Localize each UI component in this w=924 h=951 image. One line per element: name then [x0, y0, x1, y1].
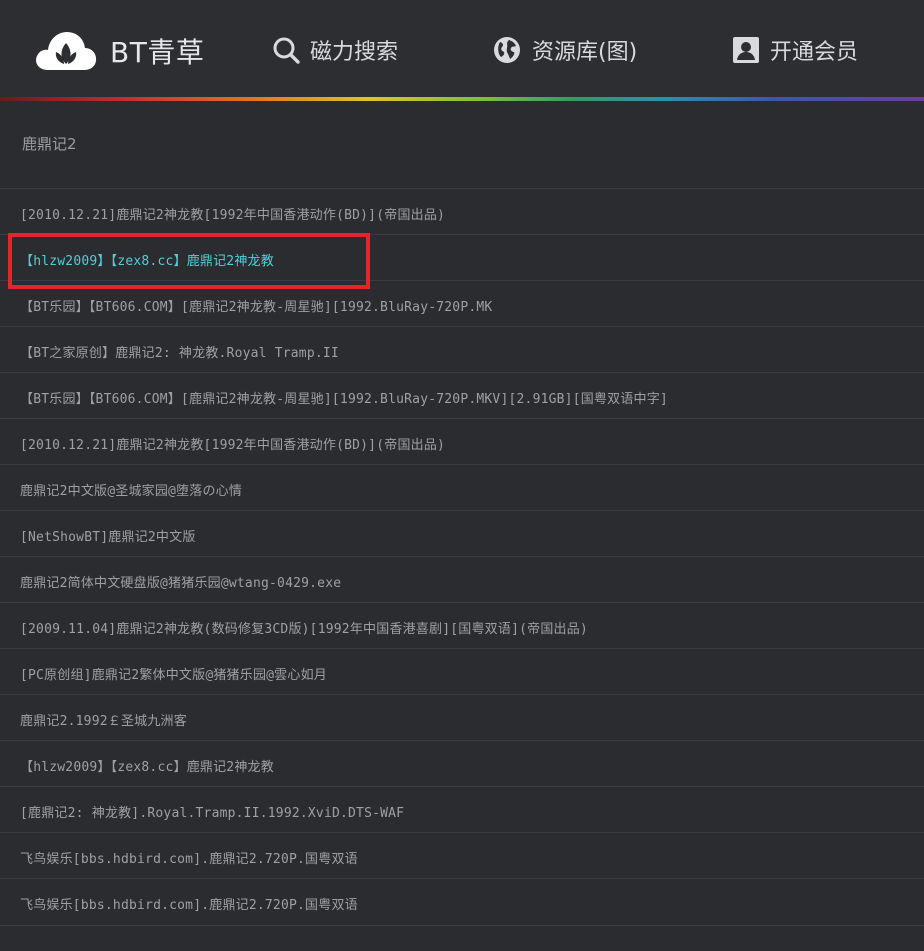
result-row[interactable]: 鹿鼎记2简体中文硬盘版@猪猪乐园@wtang-0429.exe — [0, 557, 924, 603]
result-row[interactable]: [PC原创组]鹿鼎记2繁体中文版@猪猪乐园@雲心如月 — [0, 649, 924, 695]
result-title[interactable]: [2010.12.21]鹿鼎记2神龙教[1992年中国香港动作(BD)](帝国出… — [20, 434, 445, 453]
result-title[interactable]: 【BT乐园】【BT606.COM】[鹿鼎记2神龙教-周星驰][1992.BluR… — [20, 296, 492, 315]
result-title[interactable]: 【hlzw2009】【zex8.cc】鹿鼎记2神龙教 — [20, 250, 274, 269]
result-title[interactable]: 飞鸟娱乐[bbs.hdbird.com].鹿鼎记2.720P.国粤双语 — [20, 848, 358, 867]
result-title[interactable]: 【BT乐园】【BT606.COM】[鹿鼎记2神龙教-周星驰][1992.BluR… — [20, 388, 668, 407]
result-title[interactable]: 鹿鼎记2.1992￡圣城九洲客 — [20, 710, 187, 729]
result-row[interactable]: [2009.11.04]鹿鼎记2神龙教(数码修复3CD版)[1992年中国香港喜… — [0, 603, 924, 649]
result-title[interactable]: [NetShowBT]鹿鼎记2中文版 — [20, 526, 196, 545]
result-row[interactable]: [2010.12.21]鹿鼎记2神龙教[1992年中国香港动作(BD)](帝国出… — [0, 189, 924, 235]
result-title[interactable]: 鹿鼎记2中文版@圣城家园@堕落の心情 — [20, 480, 242, 499]
result-row[interactable]: 飞鸟娱乐[bbs.hdbird.com].鹿鼎记2.720P.国粤双语 — [0, 833, 924, 879]
result-row-highlighted[interactable]: 【hlzw2009】【zex8.cc】鹿鼎记2神龙教 — [0, 235, 924, 281]
globe-icon — [494, 37, 520, 63]
result-row[interactable]: 【BT之家原创】鹿鼎记2: 神龙教.Royal Tramp.II — [0, 327, 924, 373]
result-title[interactable]: 【BT之家原创】鹿鼎记2: 神龙教.Royal Tramp.II — [20, 342, 339, 361]
result-row[interactable]: 飞鸟娱乐[bbs.hdbird.com].鹿鼎记2.720P.国粤双语 — [0, 879, 924, 926]
search-icon — [273, 37, 300, 64]
result-title[interactable]: 鹿鼎记2简体中文硬盘版@猪猪乐园@wtang-0429.exe — [20, 572, 341, 591]
search-query-bar: 鹿鼎记2 — [0, 101, 924, 189]
search-query-text: 鹿鼎记2 — [22, 135, 77, 153]
result-title[interactable]: [2009.11.04]鹿鼎记2神龙教(数码修复3CD版)[1992年中国香港喜… — [20, 618, 588, 637]
result-row[interactable]: 【BT乐园】【BT606.COM】[鹿鼎记2神龙教-周星驰][1992.BluR… — [0, 373, 924, 419]
result-row[interactable]: 鹿鼎记2.1992￡圣城九洲客 — [0, 695, 924, 741]
brand-name[interactable]: BT青草 — [110, 31, 204, 71]
result-title[interactable]: 飞鸟娱乐[bbs.hdbird.com].鹿鼎记2.720P.国粤双语 — [20, 894, 358, 913]
search-results-list: [2010.12.21]鹿鼎记2神龙教[1992年中国香港动作(BD)](帝国出… — [0, 189, 924, 926]
result-row[interactable]: [2010.12.21]鹿鼎记2神龙教[1992年中国香港动作(BD)](帝国出… — [0, 419, 924, 465]
result-row[interactable]: 【BT乐园】【BT606.COM】[鹿鼎记2神龙教-周星驰][1992.BluR… — [0, 281, 924, 327]
result-title[interactable]: [鹿鼎记2: 神龙教].Royal.Tramp.II.1992.XviD.DTS… — [20, 802, 404, 821]
nav-membership[interactable]: 开通会员 — [732, 32, 858, 68]
result-row[interactable]: [鹿鼎记2: 神龙教].Royal.Tramp.II.1992.XviD.DTS… — [0, 787, 924, 833]
result-title[interactable]: 【hlzw2009】【zex8.cc】鹿鼎记2神龙教 — [20, 756, 274, 775]
nav-library-label: 资源库(图) — [532, 40, 638, 65]
nav-resource-library[interactable]: 资源库(图) — [492, 32, 637, 68]
nav-search-label: 磁力搜索 — [310, 40, 399, 65]
result-title[interactable]: [PC原创组]鹿鼎记2繁体中文版@猪猪乐园@雲心如月 — [20, 664, 327, 683]
nav-member-label: 开通会员 — [770, 40, 859, 65]
result-row[interactable]: [NetShowBT]鹿鼎记2中文版 — [0, 511, 924, 557]
cloud-leaf-logo[interactable] — [34, 26, 98, 72]
result-title[interactable]: [2010.12.21]鹿鼎记2神龙教[1992年中国香港动作(BD)](帝国出… — [20, 204, 445, 223]
top-navigation-bar: BT青草 磁力搜索 资源库(图) 开通会员 — [0, 0, 924, 98]
result-row[interactable]: 【hlzw2009】【zex8.cc】鹿鼎记2神龙教 — [0, 741, 924, 787]
result-row[interactable]: 鹿鼎记2中文版@圣城家园@堕落の心情 — [0, 465, 924, 511]
nav-magnet-search[interactable]: 磁力搜索 — [272, 32, 398, 68]
user-card-icon — [733, 37, 759, 63]
